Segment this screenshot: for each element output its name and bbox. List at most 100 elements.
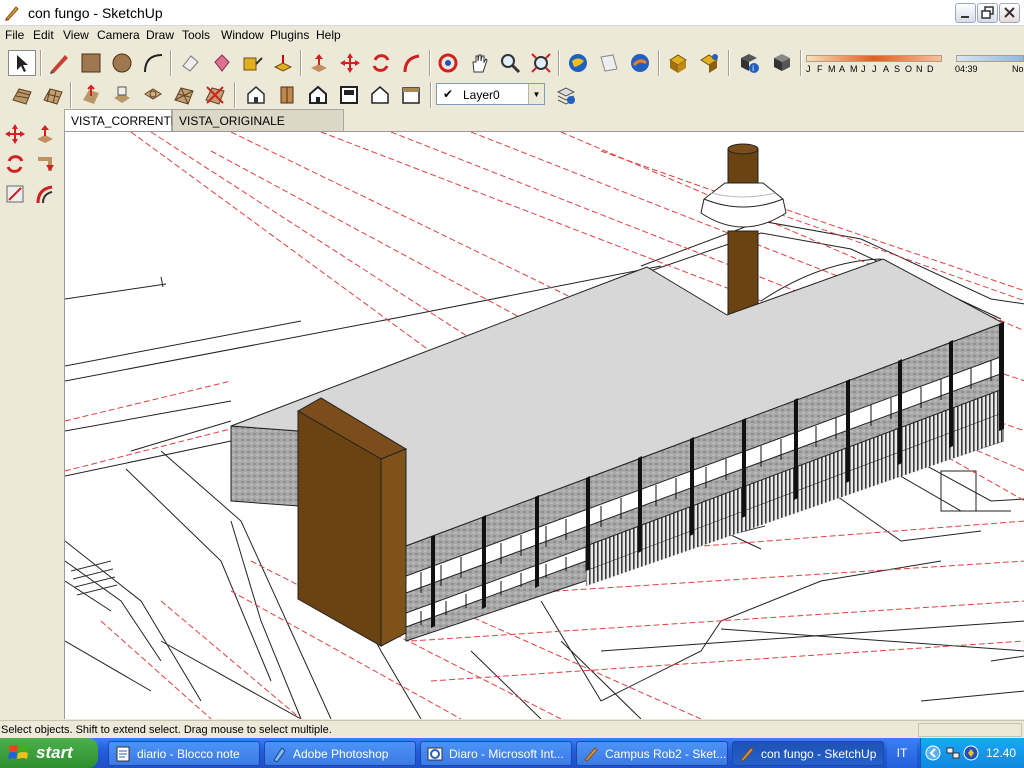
main-toolbar: i xyxy=(0,46,1024,80)
back-view-icon xyxy=(371,86,389,104)
pencil-tool-button[interactable] xyxy=(45,50,73,76)
task-con-fungo-sketchup[interactable]: con fungo - SketchUp xyxy=(732,741,884,766)
google-earth-button[interactable] xyxy=(564,50,592,76)
task-internet-explorer[interactable]: Diaro - Microsoft Int... xyxy=(420,741,572,766)
menu-tools[interactable]: Tools xyxy=(182,28,210,42)
measurements-box[interactable] xyxy=(918,723,1022,737)
layer-manager-button[interactable] xyxy=(552,82,580,108)
follow-me-icon xyxy=(403,54,420,73)
left-view-button[interactable] xyxy=(397,82,425,108)
materials-button[interactable] xyxy=(695,50,723,76)
network-icon[interactable] xyxy=(945,745,961,761)
menu-edit[interactable]: Edit xyxy=(33,28,54,42)
sandbox-scratch-button[interactable] xyxy=(39,82,67,108)
components-button[interactable] xyxy=(664,50,692,76)
layer-select[interactable]: ✔ Layer0 ▼ xyxy=(436,83,545,105)
left-follow-me-button[interactable] xyxy=(31,150,59,178)
language-indicator[interactable]: IT xyxy=(887,738,917,768)
title-bar: con fungo - SketchUp xyxy=(0,0,1024,26)
circle-tool-button[interactable] xyxy=(108,50,136,76)
status-bar: Select objects. Shift to extend select. … xyxy=(0,720,1024,738)
toggle-terrain-button[interactable] xyxy=(768,50,796,76)
front-view-button[interactable] xyxy=(304,82,332,108)
paint-bucket-icon xyxy=(214,54,230,72)
task-photoshop[interactable]: Adobe Photoshop xyxy=(264,741,416,766)
drape-icon xyxy=(144,88,162,100)
pan-icon xyxy=(472,54,488,73)
close-icon xyxy=(1004,7,1015,18)
left-offset-button[interactable] xyxy=(31,180,59,208)
back-arrow-icon[interactable] xyxy=(925,745,941,761)
drape-button[interactable] xyxy=(139,82,167,108)
left-move-button[interactable] xyxy=(1,120,29,148)
menu-file[interactable]: File xyxy=(5,28,24,42)
orbit-tool-button[interactable] xyxy=(434,50,462,76)
menu-draw[interactable]: Draw xyxy=(146,28,174,42)
layer-manager-icon xyxy=(556,87,576,105)
paint-bucket-tool-button[interactable] xyxy=(207,50,235,76)
start-button[interactable]: start xyxy=(0,738,98,768)
close-button[interactable] xyxy=(999,3,1020,23)
flip-edge-button[interactable] xyxy=(201,82,229,108)
back-view-button[interactable] xyxy=(366,82,394,108)
menu-view[interactable]: View xyxy=(63,28,89,42)
pan-tool-button[interactable] xyxy=(465,50,493,76)
chevron-down-icon[interactable]: ▼ xyxy=(528,84,544,104)
get-models-button[interactable] xyxy=(595,50,623,76)
top-view-button[interactable] xyxy=(273,82,301,108)
menu-plugins[interactable]: Plugins xyxy=(270,28,309,42)
sandbox-contours-button[interactable] xyxy=(8,82,36,108)
left-view-icon xyxy=(402,87,420,104)
left-push-pull-button[interactable] xyxy=(31,120,59,148)
follow-me-tool-button[interactable] xyxy=(398,50,426,76)
menu-window[interactable]: Window xyxy=(221,28,264,42)
select-icon xyxy=(17,55,28,72)
window-title: con fungo - SketchUp xyxy=(28,5,163,21)
add-detail-button[interactable] xyxy=(170,82,198,108)
minimize-icon xyxy=(961,16,969,18)
add-location-icon: i xyxy=(741,54,759,73)
minimize-button[interactable] xyxy=(955,3,976,23)
photoshop-icon xyxy=(273,746,286,762)
select-tool-button[interactable] xyxy=(8,50,36,76)
shadow-date-slider[interactable] xyxy=(806,55,942,62)
add-location-button[interactable]: i xyxy=(735,50,763,76)
push-pull-tool-button[interactable] xyxy=(269,50,297,76)
arc-tool-button[interactable] xyxy=(139,50,167,76)
left-rotate-button[interactable] xyxy=(1,150,29,178)
tab-vista-corrente[interactable]: VISTA_CORRENTE xyxy=(64,109,179,131)
smoove-button[interactable] xyxy=(77,82,105,108)
move-tool-button[interactable] xyxy=(336,50,364,76)
circle-icon xyxy=(112,53,132,73)
zoom-extents-tool-button[interactable] xyxy=(527,50,555,76)
components-icon xyxy=(669,54,687,73)
sketchup-window: con fungo - SketchUp File Edit View Came… xyxy=(0,0,1024,768)
rotate-tool-button[interactable] xyxy=(367,50,395,76)
notepad-icon xyxy=(116,746,130,761)
left-scale-button[interactable] xyxy=(1,180,29,208)
security-icon[interactable] xyxy=(963,745,979,761)
menu-help[interactable]: Help xyxy=(316,28,341,42)
zoom-extents-icon xyxy=(531,53,551,73)
rotate-icon xyxy=(372,54,390,72)
shadow-time-slider[interactable] xyxy=(956,55,1024,62)
stamp-icon xyxy=(114,86,130,103)
stamp-button[interactable] xyxy=(108,82,136,108)
sketchup-app-icon xyxy=(5,6,19,21)
tab-vista-originale[interactable]: VISTA_ORIGINALE xyxy=(172,109,344,131)
task-campus-sketchup[interactable]: Campus Rob2 - Sket... xyxy=(576,741,728,766)
right-view-button[interactable] xyxy=(335,82,363,108)
tape-measure-tool-button[interactable] xyxy=(238,50,266,76)
restore-button[interactable] xyxy=(977,3,998,23)
task-notepad[interactable]: diario - Blocco note xyxy=(108,741,260,766)
push-pull-icon xyxy=(37,125,53,143)
menu-camera[interactable]: Camera xyxy=(97,28,140,42)
share-model-button[interactable] xyxy=(626,50,654,76)
rectangle-tool-button[interactable] xyxy=(77,50,105,76)
sketchup-icon xyxy=(584,746,598,762)
iso-view-button[interactable] xyxy=(242,82,270,108)
eraser-tool-button[interactable] xyxy=(176,50,204,76)
push-pull-button[interactable] xyxy=(305,50,333,76)
zoom-tool-button[interactable] xyxy=(496,50,524,76)
model-viewport[interactable] xyxy=(64,131,1024,719)
